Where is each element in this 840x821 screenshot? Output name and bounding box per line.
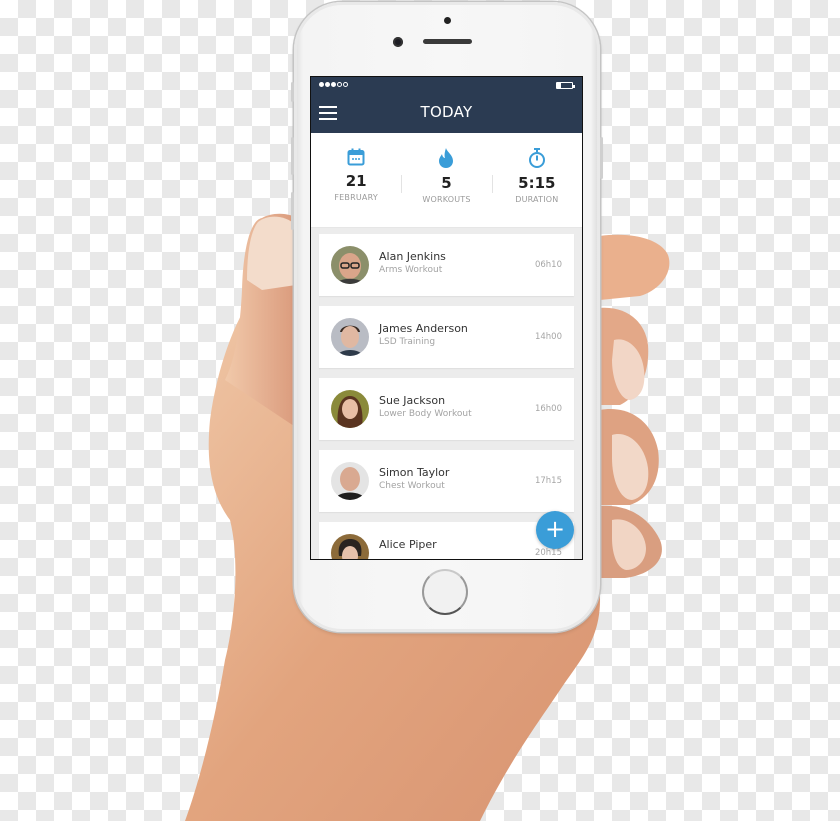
- proximity-sensor: [444, 17, 451, 24]
- avatar: [331, 390, 369, 428]
- phone-screen: TODAY 21 FEBRUARY 5 WORKOUTS 5:15 DURATI…: [310, 76, 583, 560]
- workout-time: 16h00: [534, 404, 562, 414]
- athlete-name: Simon Taylor: [379, 466, 450, 479]
- workout-list-item[interactable]: Simon Taylor Chest Workout 17h15: [319, 450, 574, 512]
- stat-label: WORKOUTS: [422, 195, 471, 204]
- avatar: [331, 246, 369, 284]
- workout-type: LSD Training: [379, 337, 436, 347]
- workout-list-item[interactable]: James Anderson LSD Training 14h00: [319, 306, 574, 368]
- workout-type: Arms Workout: [379, 265, 443, 275]
- athlete-name: Alan Jenkins: [379, 250, 446, 263]
- signal-dot: [325, 82, 330, 87]
- athlete-name: James Anderson: [379, 322, 468, 335]
- stat-date: 21 FEBRUARY: [311, 133, 401, 227]
- signal-dot: [337, 82, 342, 87]
- workout-type: Lower Body Workout: [379, 409, 472, 419]
- page-title: TODAY: [420, 103, 473, 121]
- status-bar: [311, 77, 582, 95]
- signal-dots-icon: [319, 82, 348, 87]
- earpiece-speaker: [423, 39, 472, 44]
- avatar: [331, 318, 369, 356]
- power-button: [600, 137, 603, 179]
- workout-time: 17h15: [534, 476, 562, 486]
- flame-icon: [439, 148, 454, 168]
- signal-dot: [331, 82, 336, 87]
- stat-value: 5: [441, 174, 452, 192]
- stat-label: DURATION: [515, 195, 559, 204]
- workout-list-item[interactable]: Sue Jackson Lower Body Workout 16h00: [319, 378, 574, 440]
- calendar-icon: [347, 148, 365, 166]
- add-workout-button[interactable]: +: [536, 511, 574, 549]
- volume-down-button: [291, 192, 294, 230]
- stopwatch-icon: [528, 148, 545, 168]
- battery-icon: [556, 82, 575, 89]
- workout-list: Alan Jenkins Arms Workout 06h10 James An…: [311, 228, 582, 559]
- front-camera: [393, 37, 403, 47]
- mute-switch: [291, 82, 294, 102]
- stat-value: 21: [345, 172, 367, 190]
- volume-up-button: [291, 137, 294, 175]
- workout-time: 14h00: [534, 332, 562, 342]
- signal-dot: [319, 82, 324, 87]
- avatar: [331, 462, 369, 500]
- workout-type: Chest Workout: [379, 481, 445, 491]
- stat-label: FEBRUARY: [334, 193, 378, 202]
- signal-dot: [343, 82, 348, 87]
- athlete-name: Alice Piper: [379, 538, 437, 551]
- index-finger: [600, 234, 670, 300]
- stat-duration: 5:15 DURATION: [491, 133, 582, 227]
- avatar: [331, 534, 369, 559]
- workout-time: 20h15: [534, 548, 562, 558]
- stats-summary: 21 FEBRUARY 5 WORKOUTS 5:15 DURATION: [311, 133, 582, 228]
- app-bar: TODAY: [311, 77, 582, 133]
- home-button[interactable]: [422, 569, 468, 615]
- athlete-name: Sue Jackson: [379, 394, 446, 407]
- workout-time: 06h10: [534, 260, 562, 270]
- plus-icon: +: [544, 515, 566, 543]
- workout-list-item[interactable]: Alan Jenkins Arms Workout 06h10: [319, 234, 574, 296]
- phone-device: TODAY 21 FEBRUARY 5 WORKOUTS 5:15 DURATI…: [291, 2, 603, 632]
- stat-workouts: 5 WORKOUTS: [401, 133, 491, 227]
- stat-value: 5:15: [518, 174, 556, 192]
